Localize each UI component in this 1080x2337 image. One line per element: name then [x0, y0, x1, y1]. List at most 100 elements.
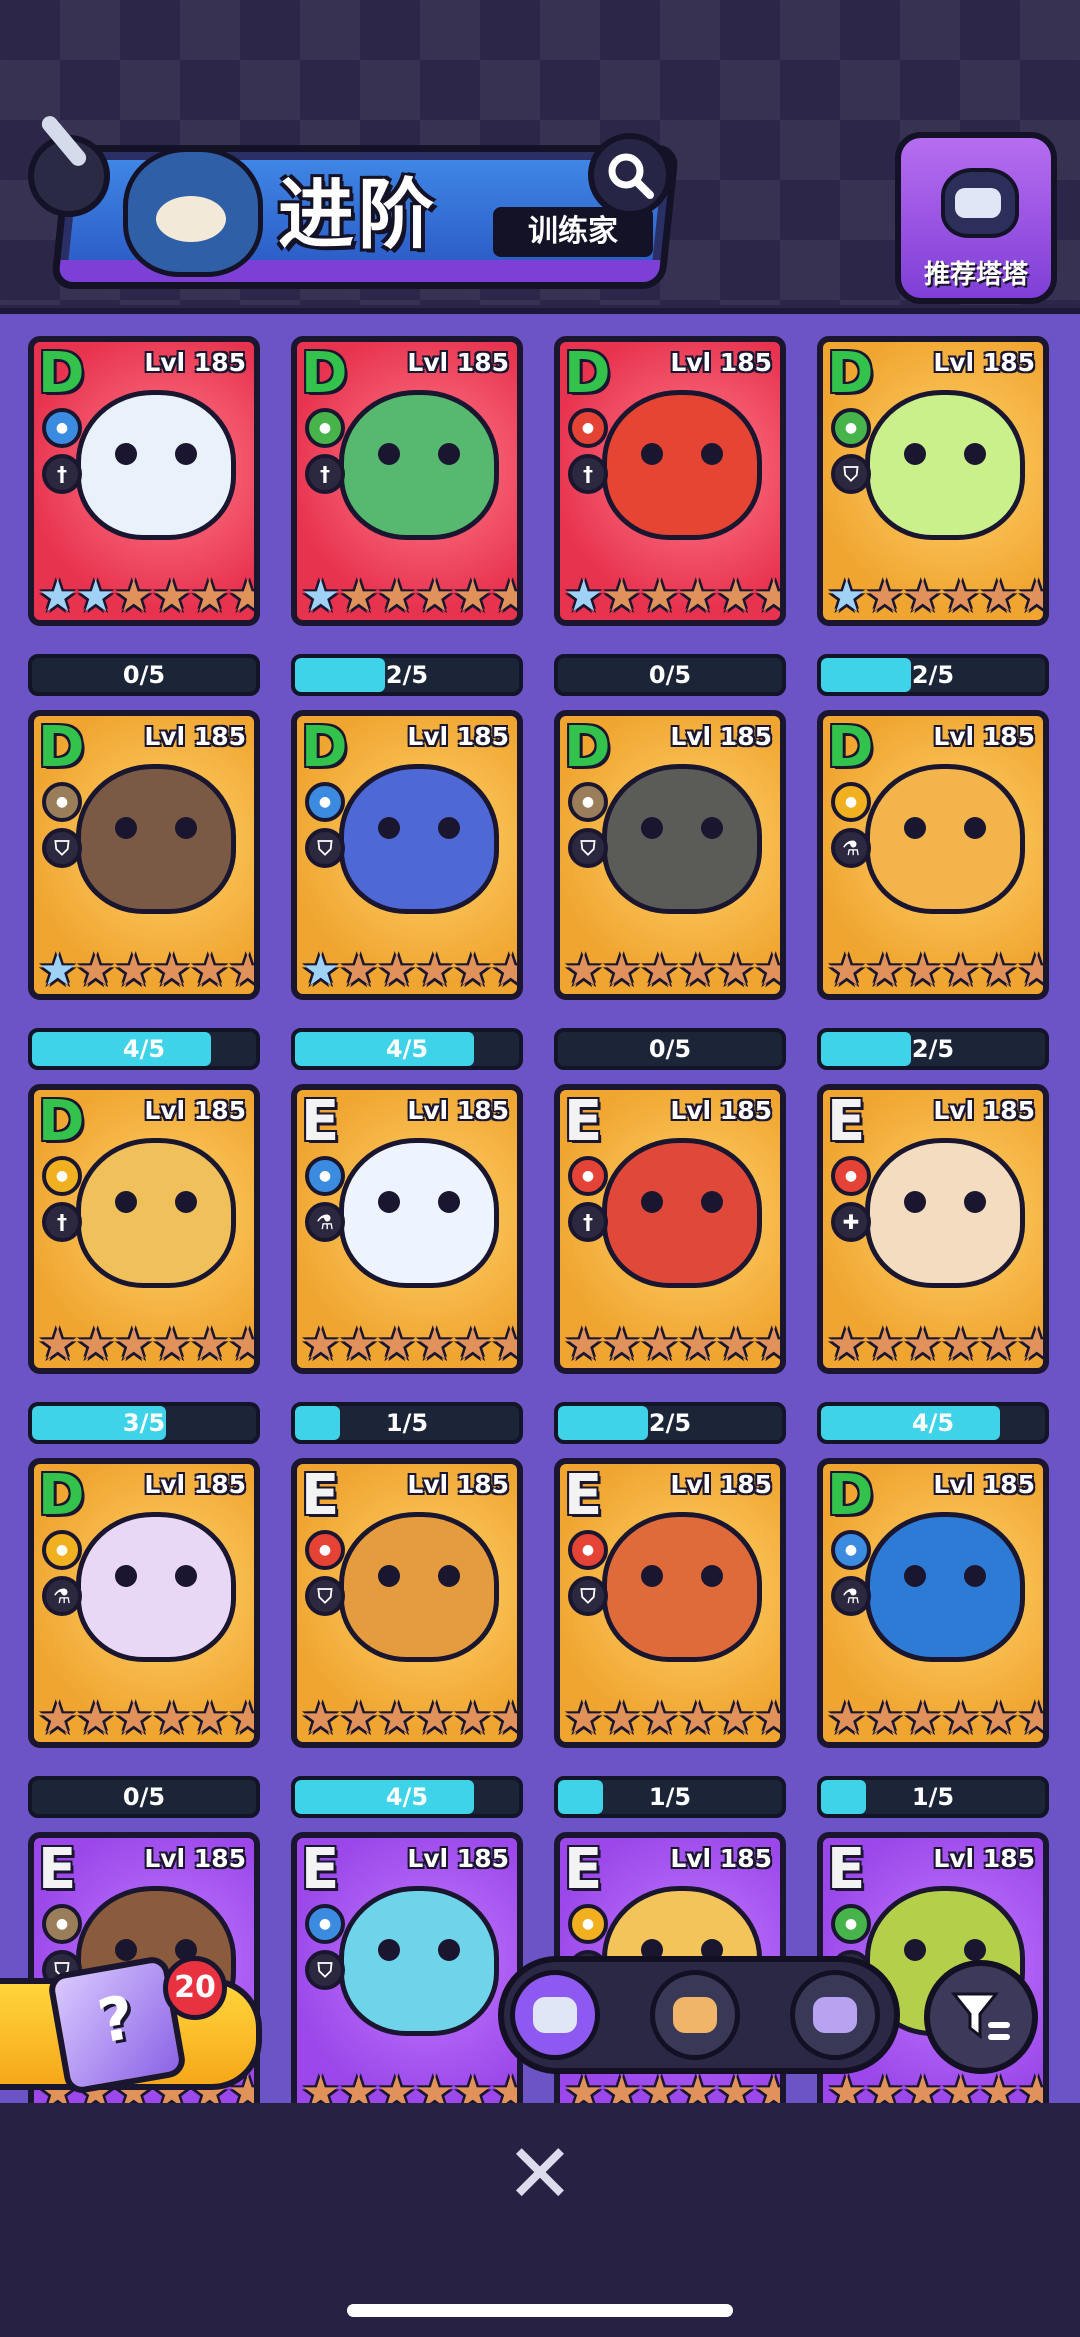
dagger-icon: † [568, 1202, 608, 1242]
search-button[interactable] [588, 133, 672, 217]
card-portrait: DLvl 185●⛉★★★★★★ [554, 710, 786, 1000]
grade-label: D [301, 715, 348, 780]
star-icon: ★ [564, 945, 604, 996]
element-icon: ● [568, 408, 608, 448]
level-label: Lvl 185 [407, 1096, 509, 1125]
star-rating: ★★★★★★ [301, 1319, 517, 1370]
shard-progress-bar: 0/5 [28, 1776, 260, 1818]
star-icon: ★ [827, 1319, 867, 1370]
shard-progress-bar: 2/5 [817, 654, 1049, 696]
star-icon: ★ [564, 1693, 604, 1744]
pet-card[interactable]: DLvl 185●⛉★★★★★★4/5 [291, 710, 523, 1085]
star-icon: ★ [190, 571, 230, 622]
element-icon: ● [831, 1530, 871, 1570]
pet-portrait-icon [602, 390, 762, 540]
star-icon: ★ [678, 1319, 718, 1370]
star-icon: ★ [716, 571, 756, 622]
star-icon: ★ [38, 945, 78, 996]
star-icon: ★ [1017, 1694, 1043, 1743]
pet-card[interactable]: ELvl 185●⛉★★★★★★ 4/5 [291, 1458, 523, 1833]
pet-card[interactable]: DLvl 185●†★★★★★★2/5 [291, 336, 523, 711]
robot-cat-icon [941, 168, 1019, 238]
star-rating: ★★★★★★ [827, 572, 1043, 621]
star-icon: ★ [640, 1319, 680, 1370]
star-icon: ★ [602, 1319, 642, 1370]
progress-text: 0/5 [648, 1035, 692, 1063]
star-icon: ★ [1017, 946, 1043, 995]
element-icon: ● [568, 1530, 608, 1570]
card-portrait: ELvl 185●✚★★★★★★ [817, 1084, 1049, 1374]
star-rating: ★★★★★★ [38, 571, 254, 622]
star-icon: ★ [678, 1693, 718, 1744]
pet-card[interactable]: DLvl 185●†★★★★★★3/5 [28, 1084, 260, 1459]
mystery-box-button[interactable]: ? 20 [0, 1954, 262, 2096]
shield-icon: ⛉ [305, 1950, 345, 1990]
element-icon: ● [42, 1904, 82, 1944]
progress-text: 4/5 [385, 1783, 429, 1811]
filter-tab-bar [498, 1956, 900, 2074]
star-icon: ★ [491, 572, 517, 621]
level-label: Lvl 185 [144, 722, 246, 751]
home-indicator[interactable] [347, 2304, 733, 2317]
pet-card[interactable]: ELvl 185●⚗★★★★★★1/5 [291, 1084, 523, 1459]
pet-card[interactable]: ELvl 185●†★★★★★★2/5 [554, 1084, 786, 1459]
star-icon: ★ [38, 1693, 78, 1744]
pet-card[interactable]: DLvl 185●⛉★★★★★★ 0/5 [554, 710, 786, 1085]
filter-sort-button[interactable] [924, 1960, 1038, 2074]
shield-icon: ⛉ [568, 1576, 608, 1616]
card-portrait: DLvl 185●⚗★★★★★★ [28, 1458, 260, 1748]
level-label: Lvl 185 [670, 1096, 772, 1125]
pet-card[interactable]: DLvl 185●⚗★★★★★★2/5 [817, 710, 1049, 1085]
grade-label: D [564, 341, 611, 406]
star-icon: ★ [38, 571, 78, 622]
pet-card[interactable]: DLvl 185●†★★★★★★0/5 [28, 336, 260, 711]
filter-tab-pet[interactable] [650, 1970, 740, 2060]
card-portrait: DLvl 185●†★★★★★★ [28, 336, 260, 626]
star-icon: ★ [453, 1319, 493, 1370]
search-icon [608, 153, 654, 199]
dagger-icon: † [305, 454, 345, 494]
shard-progress-bar: 0/5 [554, 654, 786, 696]
progress-text: 2/5 [911, 1035, 955, 1063]
card-portrait: DLvl 185●⚗★★★★★★ [817, 710, 1049, 1000]
pet-card[interactable]: DLvl 185●⚗★★★★★★0/5 [28, 1458, 260, 1833]
pet-card[interactable]: ELvl 185●⛉★★★★★★ [291, 1832, 523, 2109]
filter-tab-tower[interactable] [510, 1970, 600, 2060]
pet-portrait-icon [339, 390, 499, 540]
star-icon: ★ [339, 571, 379, 622]
star-icon: ★ [865, 1693, 905, 1744]
element-icon: ● [305, 408, 345, 448]
pet-card[interactable]: DLvl 185●⛉★★★★★★4/5 [28, 710, 260, 1085]
pet-card[interactable]: DLvl 185●†★★★★★★ 0/5 [554, 336, 786, 711]
close-button[interactable]: ✕ [505, 2134, 575, 2216]
card-portrait: DLvl 185●†★★★★★★ [554, 336, 786, 626]
star-rating: ★★★★★★ [38, 1319, 254, 1370]
star-icon: ★ [453, 945, 493, 996]
level-label: Lvl 185 [933, 722, 1035, 751]
level-label: Lvl 185 [933, 1096, 1035, 1125]
grade-label: D [564, 715, 611, 780]
star-icon: ★ [716, 1693, 756, 1744]
star-icon: ★ [152, 1319, 192, 1370]
star-rating: ★★★★★★ [827, 1319, 1043, 1370]
pet-card[interactable]: DLvl 185●⛉★★★★★★2/5 [817, 336, 1049, 711]
pet-portrait-icon [76, 764, 236, 914]
recommend-button[interactable]: 推荐塔塔 [895, 132, 1057, 304]
pet-card[interactable]: ELvl 185●⛉★★★★★★1/5 [554, 1458, 786, 1833]
pet-portrait-icon [865, 764, 1025, 914]
star-icon: ★ [152, 1693, 192, 1744]
card-portrait: ELvl 185●⛉★★★★★★ [291, 1458, 523, 1748]
star-rating: ★★★★★★ [301, 571, 517, 622]
star-icon: ★ [941, 945, 981, 996]
progress-text: 4/5 [122, 1035, 166, 1063]
star-icon: ★ [339, 945, 379, 996]
filter-tab-gem[interactable] [790, 1970, 880, 2060]
pet-portrait-icon [602, 1512, 762, 1662]
star-icon: ★ [602, 1693, 642, 1744]
element-icon: ● [305, 1156, 345, 1196]
star-icon: ★ [1017, 1320, 1043, 1369]
pet-portrait-icon [865, 1138, 1025, 1288]
pet-card[interactable]: DLvl 185●⚗★★★★★★1/5 [817, 1458, 1049, 1833]
level-label: Lvl 185 [144, 348, 246, 377]
pet-card[interactable]: ELvl 185●✚★★★★★★4/5 [817, 1084, 1049, 1459]
